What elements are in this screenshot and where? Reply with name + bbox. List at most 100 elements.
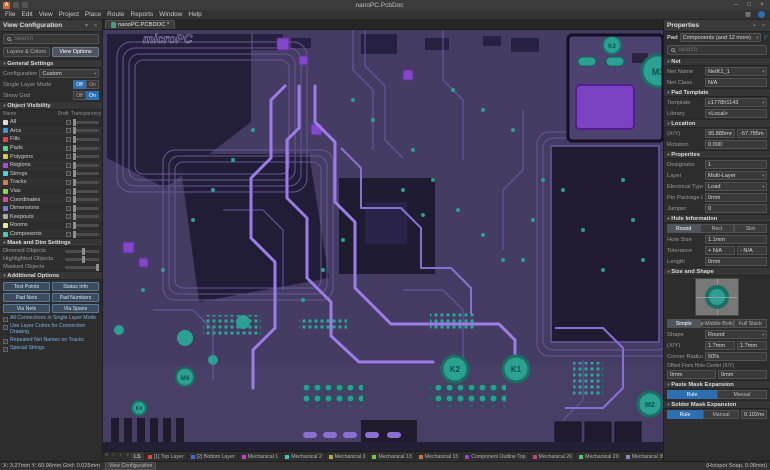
object-visibility-row[interactable]: Fills [0, 135, 102, 144]
mask-dim-slider[interactable] [65, 250, 99, 253]
panel-menu-icon[interactable]: ▾ [83, 23, 90, 29]
section-location[interactable]: Location [664, 119, 770, 128]
object-visibility-row[interactable]: Coordinates [0, 195, 102, 204]
object-color-swatch[interactable] [3, 171, 8, 176]
transparency-slider[interactable] [73, 215, 99, 218]
section-pad-template[interactable]: Pad Template [664, 88, 770, 97]
draft-checkbox[interactable] [66, 223, 71, 228]
additional-option-checkbox-row[interactable]: Use Layer Colors for Connection Drawing [0, 323, 102, 337]
menu-item[interactable]: Help [188, 11, 201, 18]
size-y-input[interactable]: 1.7mm [737, 341, 767, 350]
mask-dim-slider[interactable] [65, 258, 99, 261]
app-icon[interactable]: A [3, 2, 10, 9]
object-color-swatch[interactable] [3, 223, 8, 228]
layer-tab[interactable]: Mechanical 26 [530, 452, 576, 461]
pin-package-length-input[interactable]: 0mm [705, 193, 767, 202]
option-checkbox[interactable] [3, 347, 8, 352]
draft-checkbox[interactable] [66, 214, 71, 219]
option-checkbox[interactable] [3, 339, 8, 344]
section-paste-mask[interactable]: Paste Mask Expansion [664, 380, 770, 389]
additional-option-checkbox-row[interactable]: All Connections in Single Layer Mode [0, 315, 102, 323]
draft-checkbox[interactable] [66, 128, 71, 133]
section-pad-properties[interactable]: Properties [664, 150, 770, 159]
single-layer-toggle[interactable]: OffOn [73, 80, 99, 89]
menu-item[interactable]: Window [159, 11, 182, 18]
paste-rule-button[interactable]: Rule [667, 390, 717, 399]
transparency-slider[interactable] [73, 224, 99, 227]
additional-option-button[interactable]: Pad Nets [3, 293, 50, 302]
library-field[interactable]: <Local> [705, 109, 767, 118]
hole-rect-button[interactable]: Rect [700, 224, 733, 233]
tolerance-plus-input[interactable]: + N/A [705, 246, 735, 255]
menu-item[interactable]: Edit [21, 11, 32, 18]
transparency-slider[interactable] [73, 129, 99, 132]
draft-checkbox[interactable] [66, 146, 71, 151]
object-visibility-row[interactable]: Vias [0, 187, 102, 196]
mask-dim-slider[interactable] [65, 266, 99, 269]
rotation-input[interactable]: 0.000 [705, 140, 767, 149]
layer-tab[interactable]: Mechanical 3 [326, 452, 370, 461]
object-color-swatch[interactable] [3, 128, 8, 133]
layer-tab[interactable]: Mechanical 15 [416, 452, 462, 461]
tab-view-options[interactable]: View Options [52, 47, 99, 57]
object-visibility-row[interactable]: Regions [0, 161, 102, 170]
object-visibility-row[interactable]: Dimensions [0, 204, 102, 213]
solder-manual-button[interactable]: Manual [703, 410, 739, 419]
menu-item[interactable]: Reports [131, 11, 154, 18]
transparency-slider[interactable] [73, 181, 99, 184]
corner-radius-input[interactable]: 50% [705, 352, 767, 361]
stack-full-button[interactable]: Full Stack [734, 319, 767, 328]
object-visibility-row[interactable]: Components [0, 230, 102, 239]
layer-tab[interactable]: Mechanical 29 [576, 452, 622, 461]
object-color-swatch[interactable] [3, 154, 8, 159]
offset-x-input[interactable]: 0mm [667, 370, 716, 379]
draft-checkbox[interactable] [66, 163, 71, 168]
grid-icon[interactable]: ▦ [744, 11, 752, 19]
additional-option-button[interactable]: Status Info [52, 282, 99, 291]
panel-close-icon[interactable]: × [92, 23, 99, 29]
object-color-swatch[interactable] [3, 137, 8, 142]
option-checkbox[interactable] [3, 317, 8, 322]
close-button[interactable]: × [757, 2, 767, 8]
transparency-slider[interactable] [73, 147, 99, 150]
draft-checkbox[interactable] [66, 154, 71, 159]
transparency-slider[interactable] [73, 138, 99, 141]
pcb-board-view[interactable]: K2 K1 M4 K4 M2 microPC [103, 30, 663, 451]
menu-item[interactable]: Place [85, 11, 101, 18]
panel-close-icon[interactable]: × [760, 23, 767, 29]
electrical-type-select[interactable]: Load [705, 182, 767, 191]
draft-checkbox[interactable] [66, 197, 71, 202]
object-color-swatch[interactable] [3, 120, 8, 125]
layer-sets-button[interactable]: LS [131, 452, 145, 461]
save-icon[interactable] [13, 2, 19, 8]
object-color-swatch[interactable] [3, 146, 8, 151]
layer-nav-arrow[interactable]: ‹ [110, 452, 117, 461]
object-visibility-row[interactable]: Arcs [0, 127, 102, 136]
menu-item[interactable]: View [39, 11, 53, 18]
section-size-and-shape[interactable]: Size and Shape [664, 267, 770, 276]
left-search-input[interactable] [14, 36, 95, 42]
tab-layers-colors[interactable]: Layers & Colors [3, 47, 50, 57]
object-visibility-row[interactable]: Pads [0, 144, 102, 153]
object-color-swatch[interactable] [3, 163, 8, 168]
right-search-input[interactable] [678, 47, 763, 53]
additional-option-checkbox-row[interactable]: Repeated Net Names on Tracks [0, 337, 102, 345]
draft-checkbox[interactable] [66, 120, 71, 125]
undo-icon[interactable] [22, 2, 28, 8]
stack-simple-button[interactable]: Simple [667, 319, 700, 328]
layer-tab[interactable]: Mechanical 30 [623, 452, 663, 461]
option-checkbox[interactable] [3, 325, 8, 330]
right-search[interactable] [667, 45, 767, 55]
layer-select[interactable]: Multi-Layer [705, 171, 767, 180]
jumper-input[interactable]: 0 [705, 204, 767, 213]
object-visibility-row[interactable]: Polygons [0, 152, 102, 161]
transparency-slider[interactable] [73, 207, 99, 210]
tolerance-minus-input[interactable]: - N/A [737, 246, 767, 255]
section-general-settings[interactable]: General Settings [0, 59, 102, 68]
transparency-slider[interactable] [73, 198, 99, 201]
net-class-field[interactable]: N/A [705, 78, 767, 87]
scope-select[interactable]: Components (and 12 more) [680, 33, 762, 42]
size-x-input[interactable]: 1.7mm [705, 341, 735, 350]
section-object-visibility[interactable]: Object Visibility [0, 101, 102, 110]
layer-nav-arrow[interactable]: › [117, 452, 124, 461]
